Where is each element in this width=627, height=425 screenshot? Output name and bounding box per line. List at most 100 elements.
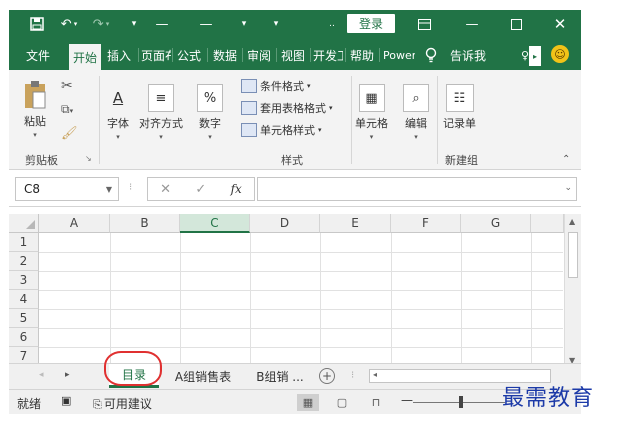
tab-separator	[242, 48, 243, 62]
ribbon-home: 粘贴 ▾ ✂ ⧉▾ 🖌 剪贴板 ↘ A 字体 ▾ ≡ 对齐方式 ▾ % 数字 ▾	[9, 70, 581, 170]
customize-toolbar-icon[interactable]: ▾	[127, 13, 141, 35]
collapse-ribbon-icon[interactable]: ⌃	[562, 154, 570, 165]
vertical-scrollbar[interactable]: ▲ ▼	[564, 214, 581, 368]
number-format-button[interactable]: % 数字 ▾	[197, 84, 223, 141]
editing-button[interactable]: ⌕ 编辑 ▾	[403, 84, 429, 141]
tab-view[interactable]: 视图	[279, 44, 307, 66]
dropdown-icon[interactable]: ▾	[269, 13, 283, 35]
column-header-a[interactable]: A	[39, 214, 110, 233]
expand-formula-icon[interactable]: ⌄	[564, 183, 572, 193]
cells-button[interactable]: ▦ 单元格 ▾	[355, 84, 388, 141]
column-header-f[interactable]: F	[391, 214, 461, 233]
name-box[interactable]: C8 ▼	[15, 177, 119, 201]
row-header-3[interactable]: 3	[9, 271, 39, 290]
sheet-tab-a-sales[interactable]: A组销售表	[163, 364, 243, 388]
tabs-scroll-right-icon[interactable]: ▸	[529, 46, 541, 66]
grid-line	[39, 347, 563, 348]
sheet-scroll-right-icon[interactable]: ▸	[65, 370, 70, 380]
paste-label: 粘贴	[24, 115, 46, 128]
cut-icon[interactable]: ✂	[61, 78, 73, 94]
column-header-b[interactable]: B	[110, 214, 180, 233]
scroll-left-icon[interactable]: ◂	[373, 370, 377, 379]
font-button[interactable]: A 字体 ▾	[105, 84, 131, 141]
tab-home[interactable]: 开始	[69, 44, 101, 70]
cell-styles-label: 单元格样式	[260, 124, 315, 137]
page-break-view-icon[interactable]: ⊓	[365, 394, 387, 411]
tell-me-search[interactable]: 告诉我	[445, 44, 491, 66]
accessibility-status[interactable]: ⎘ 可用建议	[93, 395, 152, 412]
tab-separator	[207, 48, 208, 62]
cell-styles-button[interactable]: 单元格样式 ▾	[241, 120, 322, 140]
scroll-up-icon[interactable]: ▲	[569, 217, 575, 226]
select-all-corner[interactable]	[9, 214, 39, 233]
zoom-out-icon[interactable]: —	[401, 393, 413, 407]
maximize-icon[interactable]	[505, 13, 527, 35]
scroll-thumb[interactable]	[568, 232, 578, 278]
formula-input[interactable]: ⌄	[257, 177, 577, 201]
column-header-g[interactable]: G	[461, 214, 531, 233]
tab-developer[interactable]: 开发工具	[313, 44, 343, 66]
grid-line	[39, 252, 563, 253]
more-icon[interactable]: ..	[325, 13, 339, 35]
tab-insert[interactable]: 插入	[105, 44, 133, 66]
enter-check-icon[interactable]: ✓	[195, 182, 206, 197]
column-header-e[interactable]: E	[320, 214, 391, 233]
tab-review[interactable]: 审阅	[245, 44, 273, 66]
format-as-table-button[interactable]: 套用表格格式 ▾	[241, 98, 333, 118]
zoom-slider-thumb[interactable]	[459, 396, 463, 408]
tab-power-pivot[interactable]: Power Pivot	[383, 44, 415, 66]
redo-icon[interactable]: ↷ ▾	[89, 13, 113, 35]
separator-dash-icon: —	[155, 16, 169, 32]
smiley-feedback-icon[interactable]: ☺	[551, 45, 569, 63]
format-painter-icon[interactable]: 🖌	[61, 126, 78, 141]
normal-view-icon[interactable]: ▦	[297, 394, 319, 411]
row-header-6[interactable]: 6	[9, 328, 39, 347]
insert-function-icon[interactable]: fx	[231, 182, 242, 196]
percent-icon: %	[197, 84, 223, 112]
form-record-button[interactable]: ☷ 记录单	[443, 84, 476, 131]
minimize-icon[interactable]: —	[461, 13, 483, 35]
tab-page-layout[interactable]: 页面布局	[141, 44, 171, 66]
split-handle-icon[interactable]: ⁝	[351, 370, 354, 381]
accessibility-icon: ⎘	[93, 398, 102, 411]
worksheet-grid[interactable]: A B C D E F G 1 2 3 4 5 6 7 ▲ ▼	[9, 214, 581, 368]
format-as-table-label: 套用表格格式	[260, 102, 326, 115]
editing-label: 编辑	[405, 117, 427, 130]
tab-separator	[379, 48, 380, 62]
tab-help[interactable]: 帮助	[348, 44, 376, 66]
sheet-scroll-left-icon[interactable]: ◂	[39, 370, 44, 380]
tab-formulas[interactable]: 公式	[175, 44, 203, 66]
tab-data[interactable]: 数据	[211, 44, 239, 66]
row-header-4[interactable]: 4	[9, 290, 39, 309]
add-sheet-button[interactable]: +	[319, 368, 335, 384]
undo-icon[interactable]: ↶ ▾	[57, 13, 81, 35]
paste-button[interactable]: 粘贴 ▾	[23, 80, 47, 139]
conditional-formatting-button[interactable]: 条件格式 ▾	[241, 76, 311, 96]
close-icon[interactable]: ✕	[549, 13, 571, 35]
lightbulb-icon[interactable]	[423, 46, 439, 64]
cancel-icon[interactable]: ✕	[160, 182, 171, 197]
alignment-label: 对齐方式	[139, 117, 183, 130]
drag-handle-icon[interactable]: ⁝	[129, 182, 132, 193]
sheet-tab-b-sales[interactable]: B组销 ...	[245, 364, 315, 388]
dialog-launcher-icon[interactable]: ↘	[85, 154, 92, 163]
share-person-icon[interactable]: ♀	[521, 49, 529, 62]
ribbon-display-icon[interactable]	[413, 13, 435, 35]
page-layout-view-icon[interactable]: ▢	[331, 394, 353, 411]
accessibility-label: 可用建议	[103, 397, 152, 411]
row-header-2[interactable]: 2	[9, 252, 39, 271]
column-header-c[interactable]: C	[180, 214, 250, 233]
copy-icon[interactable]: ⧉▾	[61, 102, 73, 117]
save-icon[interactable]	[27, 13, 47, 35]
alignment-button[interactable]: ≡ 对齐方式 ▾	[139, 84, 183, 141]
tab-file[interactable]: 文件	[23, 44, 53, 66]
tab-separator	[345, 48, 346, 62]
column-header-d[interactable]: D	[250, 214, 320, 233]
dropdown-icon[interactable]: ▾	[237, 13, 251, 35]
conditional-formatting-label: 条件格式	[260, 80, 304, 93]
macro-record-icon[interactable]: ▣	[61, 394, 71, 407]
row-header-5[interactable]: 5	[9, 309, 39, 328]
separator-dash-icon: —	[199, 16, 213, 32]
row-header-1[interactable]: 1	[9, 233, 39, 252]
login-button[interactable]: 登录	[347, 14, 395, 33]
